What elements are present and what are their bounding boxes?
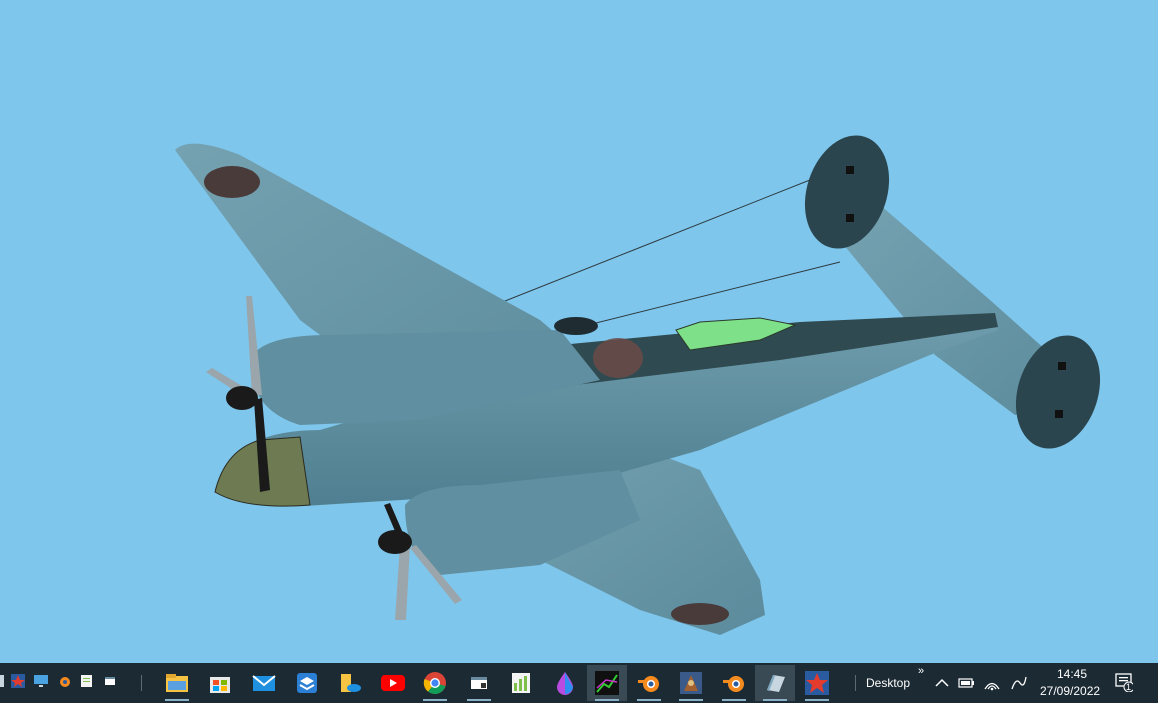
wing-roundel <box>671 603 729 625</box>
notepad-plus-icon[interactable] <box>501 665 541 701</box>
dorsal-turret <box>554 317 598 335</box>
chrome-icon[interactable] <box>415 665 455 701</box>
tail-marking <box>1055 410 1063 418</box>
taskbar: Desktop » 14:45 27/09/2022 1 <box>0 663 1158 703</box>
wifi-icon[interactable] <box>983 674 1001 692</box>
antenna-wire <box>499 175 821 304</box>
quicklaunch-notepad-icon[interactable] <box>80 674 94 688</box>
game-app-icon[interactable] <box>671 665 711 701</box>
fuselage-roundel <box>593 338 643 378</box>
taskbar-separator <box>855 675 856 691</box>
taskbar-separator <box>141 675 142 691</box>
paint-drop-icon[interactable] <box>545 665 585 701</box>
blender-icon-2[interactable] <box>714 665 754 701</box>
microsoft-store-icon[interactable] <box>200 665 240 701</box>
star-sim-icon[interactable] <box>797 665 837 701</box>
graph-app-icon[interactable] <box>587 665 627 701</box>
blender-icon[interactable] <box>629 665 669 701</box>
file-explorer-icon[interactable] <box>157 665 197 701</box>
show-hidden-icons-chevron-icon[interactable] <box>933 674 951 692</box>
editor-app-icon[interactable] <box>755 665 795 701</box>
quicklaunch-star-app-icon[interactable] <box>11 674 25 688</box>
stack-app-icon[interactable] <box>287 665 327 701</box>
quicklaunch-edge-icon[interactable] <box>0 674 8 688</box>
onedrive-folder-icon[interactable] <box>330 665 370 701</box>
tail-marking <box>1058 362 1066 370</box>
youtube-icon[interactable] <box>373 665 413 701</box>
clock-date[interactable]: 27/09/2022 <box>1040 684 1100 698</box>
pen-ink-icon[interactable] <box>1010 674 1028 692</box>
desktop-toolbar-label[interactable]: Desktop <box>866 676 910 690</box>
desktop-toolbar-chevron-icon[interactable]: » <box>918 665 924 677</box>
3d-viewport[interactable] <box>0 0 1158 663</box>
aircraft-scene <box>175 135 1101 635</box>
notification-count-badge: 1 <box>1126 682 1132 692</box>
tail-marking <box>846 214 854 222</box>
battery-icon[interactable] <box>957 674 975 692</box>
quicklaunch-monitor-icon[interactable] <box>34 674 48 688</box>
quicklaunch-blender-icon[interactable] <box>57 674 71 688</box>
tail-marking <box>846 166 854 174</box>
mail-icon[interactable] <box>244 665 284 701</box>
clock-time[interactable]: 14:45 <box>1057 667 1087 681</box>
window-app-icon[interactable] <box>459 665 499 701</box>
wing-roundel <box>204 166 260 198</box>
quicklaunch-window-icon[interactable] <box>104 674 118 688</box>
